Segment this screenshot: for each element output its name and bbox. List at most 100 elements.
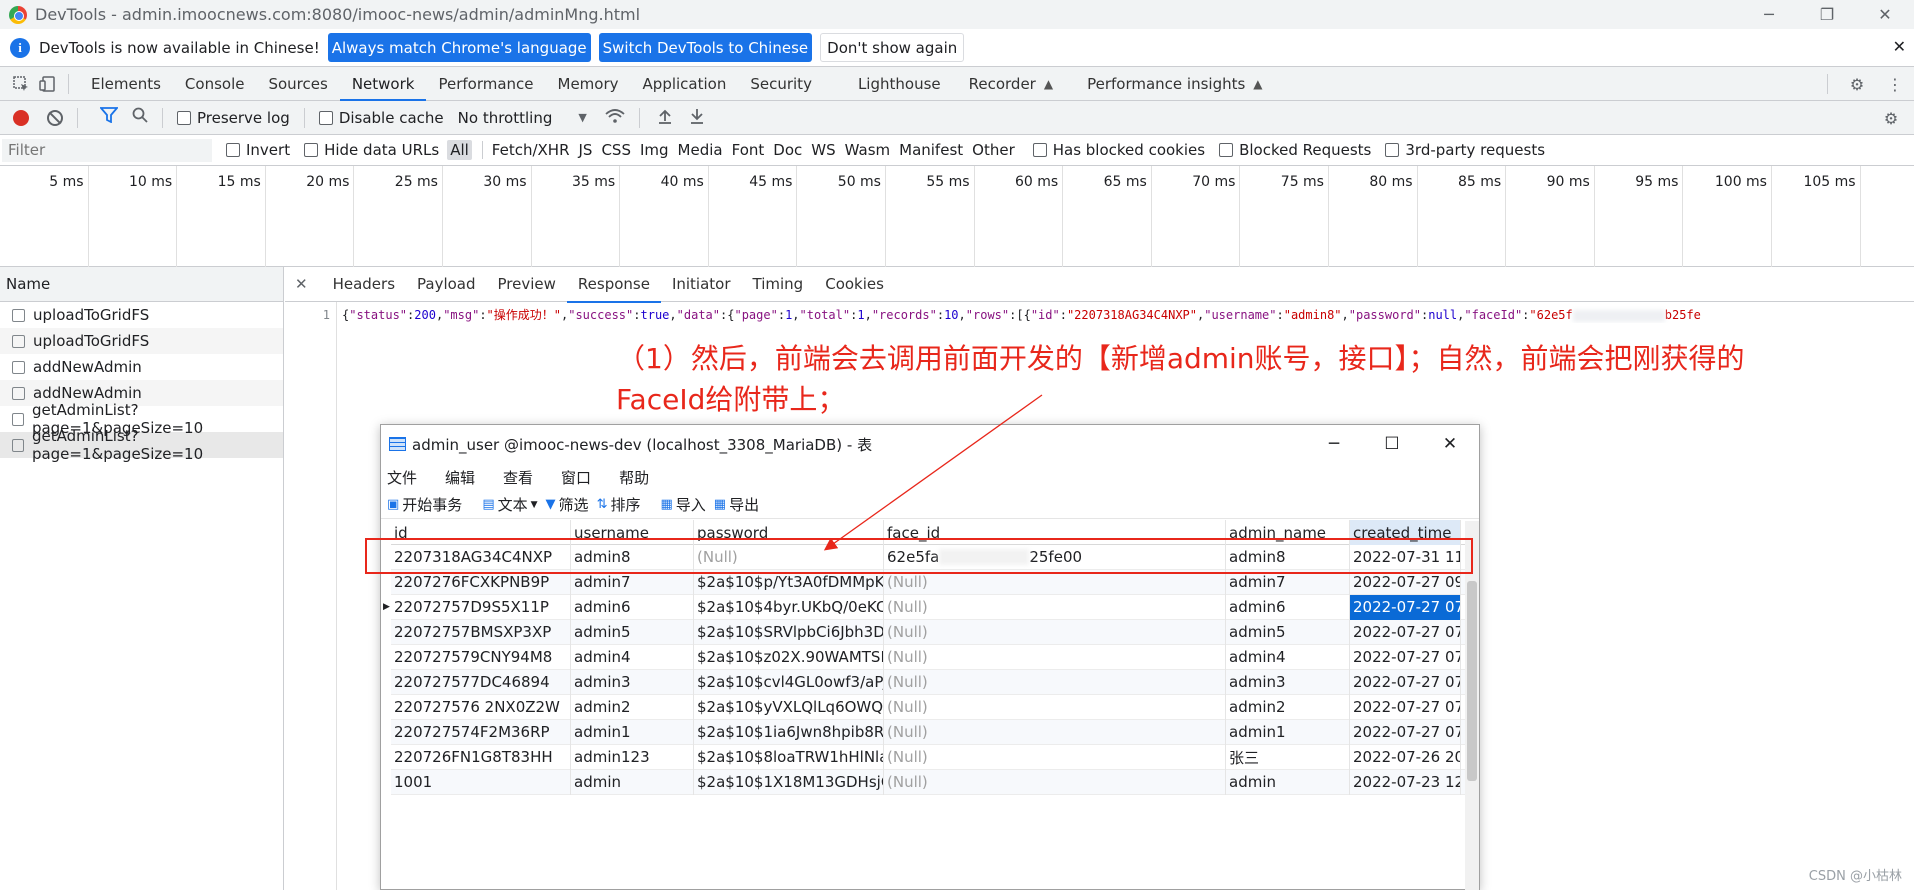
has-blocked-cookies-checkbox[interactable]: Has blocked cookies: [1032, 141, 1205, 159]
request-row[interactable]: addNewAdmin: [0, 354, 283, 380]
cell-password[interactable]: $2a$10$8loaTRW1hHlNla: [694, 744, 884, 770]
menu-window[interactable]: 窗口: [561, 467, 591, 488]
restore-button[interactable]: ❐: [1798, 0, 1856, 29]
type-filter-font[interactable]: Font: [732, 141, 765, 159]
cell-username[interactable]: admin5: [571, 619, 694, 645]
cell-face-id[interactable]: (Null): [884, 644, 1226, 670]
cell-username[interactable]: admin6: [571, 594, 694, 620]
cell-face-id[interactable]: (Null): [884, 719, 1226, 745]
request-row[interactable]: uploadToGridFS: [0, 302, 283, 328]
cell-face-id[interactable]: (Null): [884, 669, 1226, 695]
cell-username[interactable]: admin1: [571, 719, 694, 745]
table-row[interactable]: 220726FN1G8T83HH admin123 $2a$10$8loaTRW…: [391, 744, 1469, 770]
filter-button[interactable]: ▼ 筛选: [546, 494, 589, 515]
cell-face-id[interactable]: (Null): [884, 769, 1226, 795]
sort-button[interactable]: ⇅ 排序: [597, 494, 641, 515]
cell-admin-name[interactable]: 张三: [1226, 744, 1350, 770]
begin-transaction-button[interactable]: ▣ 开始事务: [387, 494, 462, 515]
blocked-requests-checkbox[interactable]: Blocked Requests: [1219, 141, 1371, 159]
import-button[interactable]: ▦ 导入: [660, 494, 705, 515]
tab-headers[interactable]: Headers: [322, 267, 406, 302]
network-timeline-overview[interactable]: 5 ms 10 ms 15 ms 20 ms 25 ms 30 ms 35 ms 40 ms 4…: [0, 166, 1914, 267]
request-row-selected[interactable]: getAdminList?page=1&pageSize=10: [0, 427, 283, 463]
type-filter-media[interactable]: Media: [678, 141, 723, 159]
cell-admin-name[interactable]: admin2: [1226, 694, 1350, 720]
text-button[interactable]: ▤ 文本 ▼: [482, 494, 537, 515]
cell-created-time[interactable]: 2022-07-27 07:: [1350, 719, 1461, 745]
infobar-close-icon[interactable]: ✕: [1893, 37, 1906, 56]
checkbox-box[interactable]: [304, 143, 319, 157]
tab-preview[interactable]: Preview: [487, 267, 567, 302]
cell-password[interactable]: $2a$10$yVXLQlLq6OWQb: [694, 694, 884, 720]
tab-sources[interactable]: Sources: [256, 67, 339, 101]
cell-password[interactable]: $2a$10$z02X.90WAMTSIr: [694, 644, 884, 670]
table-row[interactable]: 220727577DC46894 admin3 $2a$10$cvl4GL0ow…: [391, 669, 1469, 695]
checkbox-box[interactable]: [177, 110, 191, 125]
tab-network[interactable]: Network: [339, 67, 427, 101]
close-window-button[interactable]: ✕: [1856, 0, 1914, 29]
invert-checkbox[interactable]: Invert: [226, 141, 290, 159]
device-toolbar-icon[interactable]: [36, 73, 58, 95]
tab-performance[interactable]: Performance: [426, 67, 545, 101]
dont-show-again-button[interactable]: Don't show again: [820, 33, 965, 62]
cell-id[interactable]: 220727577DC46894: [391, 669, 571, 695]
cell-username[interactable]: admin123: [571, 744, 694, 770]
table-row[interactable]: 1001 admin $2a$10$1X18M13GDHsjC (Null) a…: [391, 769, 1469, 795]
filter-input[interactable]: [2, 138, 212, 162]
export-button[interactable]: ▦ 导出: [714, 494, 759, 515]
type-filter-manifest[interactable]: Manifest: [899, 141, 963, 159]
menu-help[interactable]: 帮助: [619, 467, 649, 488]
db-maximize-button[interactable]: ☐: [1363, 425, 1421, 463]
menu-view[interactable]: 查看: [503, 467, 533, 488]
preserve-log-checkbox[interactable]: Preserve log: [177, 109, 290, 127]
cell-admin-name[interactable]: admin4: [1226, 644, 1350, 670]
cell-password[interactable]: $2a$10$4byr.UKbQ/0eKC: [694, 594, 884, 620]
tab-response[interactable]: Response: [566, 267, 662, 303]
cell-created-time[interactable]: 2022-07-27 07:: [1350, 694, 1461, 720]
tab-elements[interactable]: Elements: [79, 67, 173, 101]
cell-admin-name[interactable]: admin3: [1226, 669, 1350, 695]
cell-face-id[interactable]: (Null): [884, 694, 1226, 720]
cell-created-time[interactable]: 2022-07-23 12:: [1350, 769, 1461, 795]
type-filter-doc[interactable]: Doc: [773, 141, 802, 159]
record-button[interactable]: [13, 109, 29, 126]
cell-id[interactable]: 220727574F2M36RP: [391, 719, 571, 745]
tab-recorder[interactable]: Recorder ▲: [957, 67, 1065, 101]
cell-id[interactable]: 1001: [391, 769, 571, 795]
cell-created-time[interactable]: 2022-07-27 07:: [1350, 669, 1461, 695]
grid-vertical-scrollbar[interactable]: [1465, 521, 1479, 890]
cell-admin-name[interactable]: admin6: [1226, 594, 1350, 620]
table-row-current[interactable]: ▶ 22072757D9S5X11P admin6 $2a$10$4byr.UK…: [383, 594, 1469, 620]
cell-created-time[interactable]: 2022-07-26 20:: [1350, 744, 1461, 770]
cell-created-time-selected[interactable]: 2022-07-27 07:: [1350, 594, 1461, 620]
cell-id[interactable]: 22072757BMSXP3XP: [391, 619, 571, 645]
cell-username[interactable]: admin4: [571, 644, 694, 670]
always-match-language-button[interactable]: Always match Chrome's language: [327, 33, 591, 62]
network-conditions-wifi-icon[interactable]: [605, 108, 625, 128]
cell-admin-name[interactable]: admin: [1226, 769, 1350, 795]
tab-application[interactable]: Application: [631, 67, 739, 101]
scrollbar-thumb[interactable]: [1467, 581, 1477, 781]
throttling-select[interactable]: No throttling ▼: [458, 109, 587, 127]
minimize-button[interactable]: ─: [1740, 0, 1798, 29]
cell-id[interactable]: 220727579CNY94M8: [391, 644, 571, 670]
tab-payload[interactable]: Payload: [406, 267, 487, 302]
table-row[interactable]: 220727576 2NX0Z2W admin2 $2a$10$yVXLQlLq…: [391, 694, 1469, 720]
tab-security[interactable]: Security: [738, 67, 824, 101]
cell-username[interactable]: admin2: [571, 694, 694, 720]
response-json-line[interactable]: {"status":200,"msg":"操作成功！","success":tr…: [342, 306, 1914, 323]
cell-password[interactable]: $2a$10$cvl4GL0owf3/aPJ: [694, 669, 884, 695]
tab-performance-insights[interactable]: Performance insights ▲: [1075, 67, 1274, 101]
cell-created-time[interactable]: 2022-07-27 07:: [1350, 644, 1461, 670]
menu-file[interactable]: 文件: [387, 467, 417, 488]
tab-cookies[interactable]: Cookies: [814, 267, 895, 302]
clear-icon[interactable]: [47, 109, 63, 126]
more-options-icon[interactable]: ⋮: [1884, 73, 1906, 95]
cell-id[interactable]: 220726FN1G8T83HH: [391, 744, 571, 770]
checkbox-box[interactable]: [1032, 143, 1047, 157]
type-filter-img[interactable]: Img: [640, 141, 669, 159]
db-minimize-button[interactable]: ─: [1305, 425, 1363, 463]
type-filter-wasm[interactable]: Wasm: [845, 141, 891, 159]
db-close-button[interactable]: ✕: [1421, 425, 1479, 463]
checkbox-box[interactable]: [226, 143, 240, 157]
